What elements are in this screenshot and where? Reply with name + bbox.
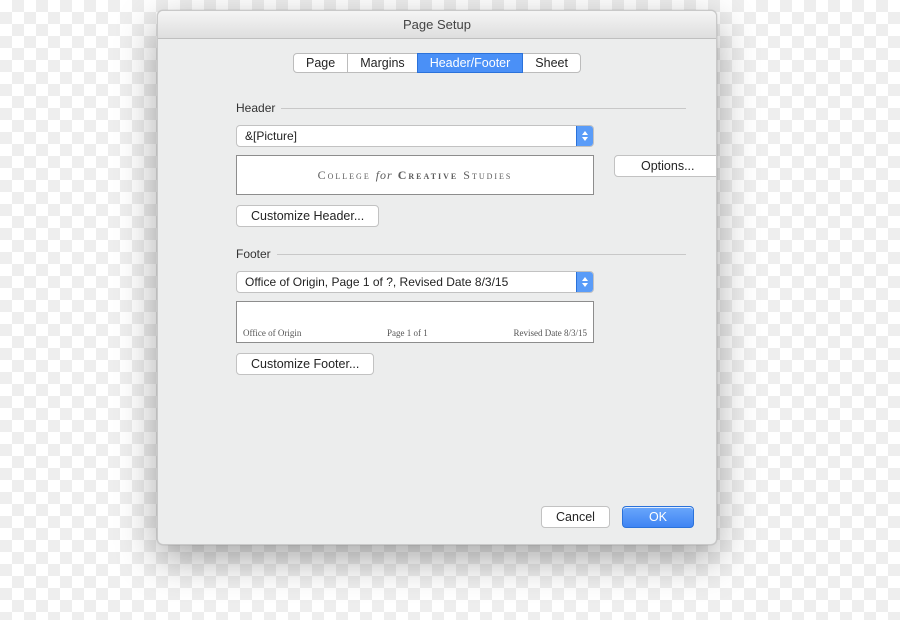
ok-button[interactable]: OK bbox=[622, 506, 694, 528]
divider bbox=[281, 108, 686, 109]
footer-select-value: Office of Origin, Page 1 of ?, Revised D… bbox=[237, 275, 576, 289]
footer-preview-center: Page 1 of 1 bbox=[387, 328, 428, 338]
customize-footer-button[interactable]: Customize Footer... bbox=[236, 353, 374, 375]
dialog-footer: Cancel OK bbox=[541, 506, 694, 528]
footer-preview-left: Office of Origin bbox=[243, 328, 301, 338]
header-row: &[Picture] College for Creative Studies … bbox=[188, 125, 686, 195]
customize-header-button[interactable]: Customize Header... bbox=[236, 205, 379, 227]
footer-group-label: Footer bbox=[236, 247, 686, 261]
footer-preview-right: Revised Date 8/3/15 bbox=[513, 328, 587, 338]
page-setup-dialog: Page Setup Page Margins Header/Footer Sh… bbox=[157, 10, 717, 545]
cancel-button[interactable]: Cancel bbox=[541, 506, 610, 528]
tab-sheet[interactable]: Sheet bbox=[522, 53, 581, 73]
tab-page[interactable]: Page bbox=[293, 53, 348, 73]
header-select-value: &[Picture] bbox=[237, 129, 576, 143]
updown-icon bbox=[576, 272, 593, 292]
divider bbox=[277, 254, 686, 255]
dialog-title: Page Setup bbox=[158, 11, 716, 39]
header-group-label: Header bbox=[236, 101, 686, 115]
header-preview: College for Creative Studies bbox=[236, 155, 594, 195]
footer-row: Office of Origin, Page 1 of ?, Revised D… bbox=[188, 271, 686, 343]
footer-select[interactable]: Office of Origin, Page 1 of ?, Revised D… bbox=[236, 271, 594, 293]
options-button[interactable]: Options... bbox=[614, 155, 717, 177]
updown-icon bbox=[576, 126, 593, 146]
footer-label: Footer bbox=[236, 247, 277, 261]
header-preview-content: College for Creative Studies bbox=[318, 168, 513, 183]
footer-preview: Office of Origin Page 1 of 1 Revised Dat… bbox=[236, 301, 594, 343]
header-label: Header bbox=[236, 101, 281, 115]
tab-margins[interactable]: Margins bbox=[347, 53, 417, 73]
tab-content: Header &[Picture] College for Creative S… bbox=[158, 73, 716, 375]
tab-bar: Page Margins Header/Footer Sheet bbox=[158, 53, 716, 73]
tab-header-footer[interactable]: Header/Footer bbox=[417, 53, 524, 73]
header-select[interactable]: &[Picture] bbox=[236, 125, 594, 147]
